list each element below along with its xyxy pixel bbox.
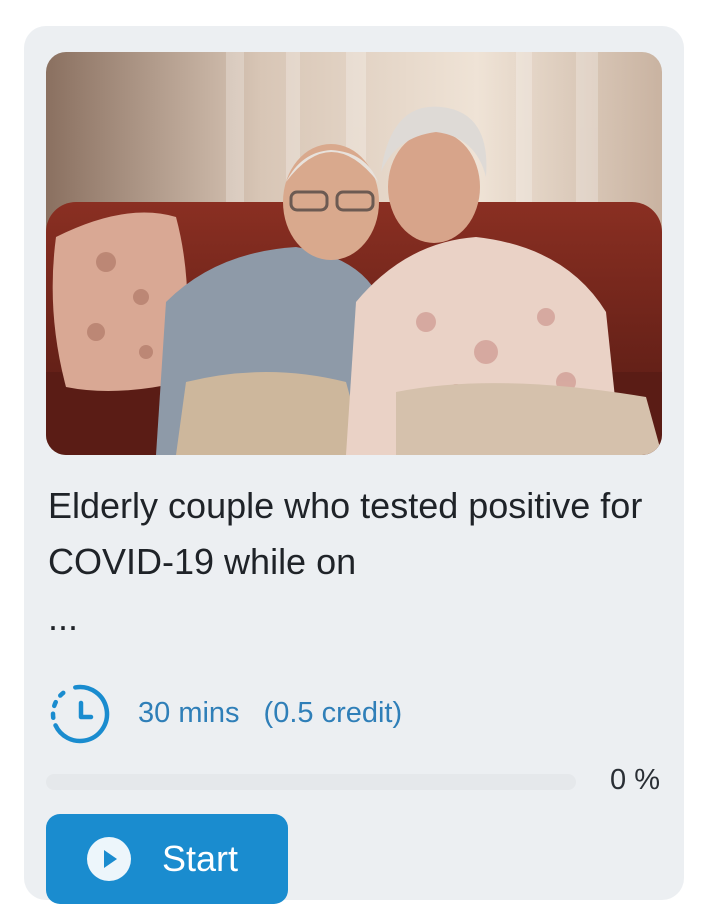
- progress-percent: 0 %: [610, 764, 660, 796]
- course-credit: (0.5 credit): [263, 696, 403, 729]
- course-duration: 30 mins: [138, 696, 240, 729]
- course-title-text: Elderly couple who tested positive for C…: [48, 485, 643, 582]
- clock-icon: [50, 684, 110, 744]
- course-card[interactable]: Elderly couple who tested positive for C…: [24, 26, 684, 904]
- start-button[interactable]: Start: [46, 814, 288, 904]
- course-title[interactable]: Elderly couple who tested positive for C…: [48, 478, 658, 646]
- elderly-couple-photo: [46, 52, 662, 455]
- course-thumbnail[interactable]: [46, 52, 662, 455]
- course-meta: 30 mins (0.5 credit): [48, 678, 402, 748]
- progress-bar: [46, 774, 576, 790]
- course-title-ellipsis: ...: [48, 597, 79, 638]
- play-circle-icon: [87, 837, 131, 881]
- start-button-label: Start: [162, 838, 239, 879]
